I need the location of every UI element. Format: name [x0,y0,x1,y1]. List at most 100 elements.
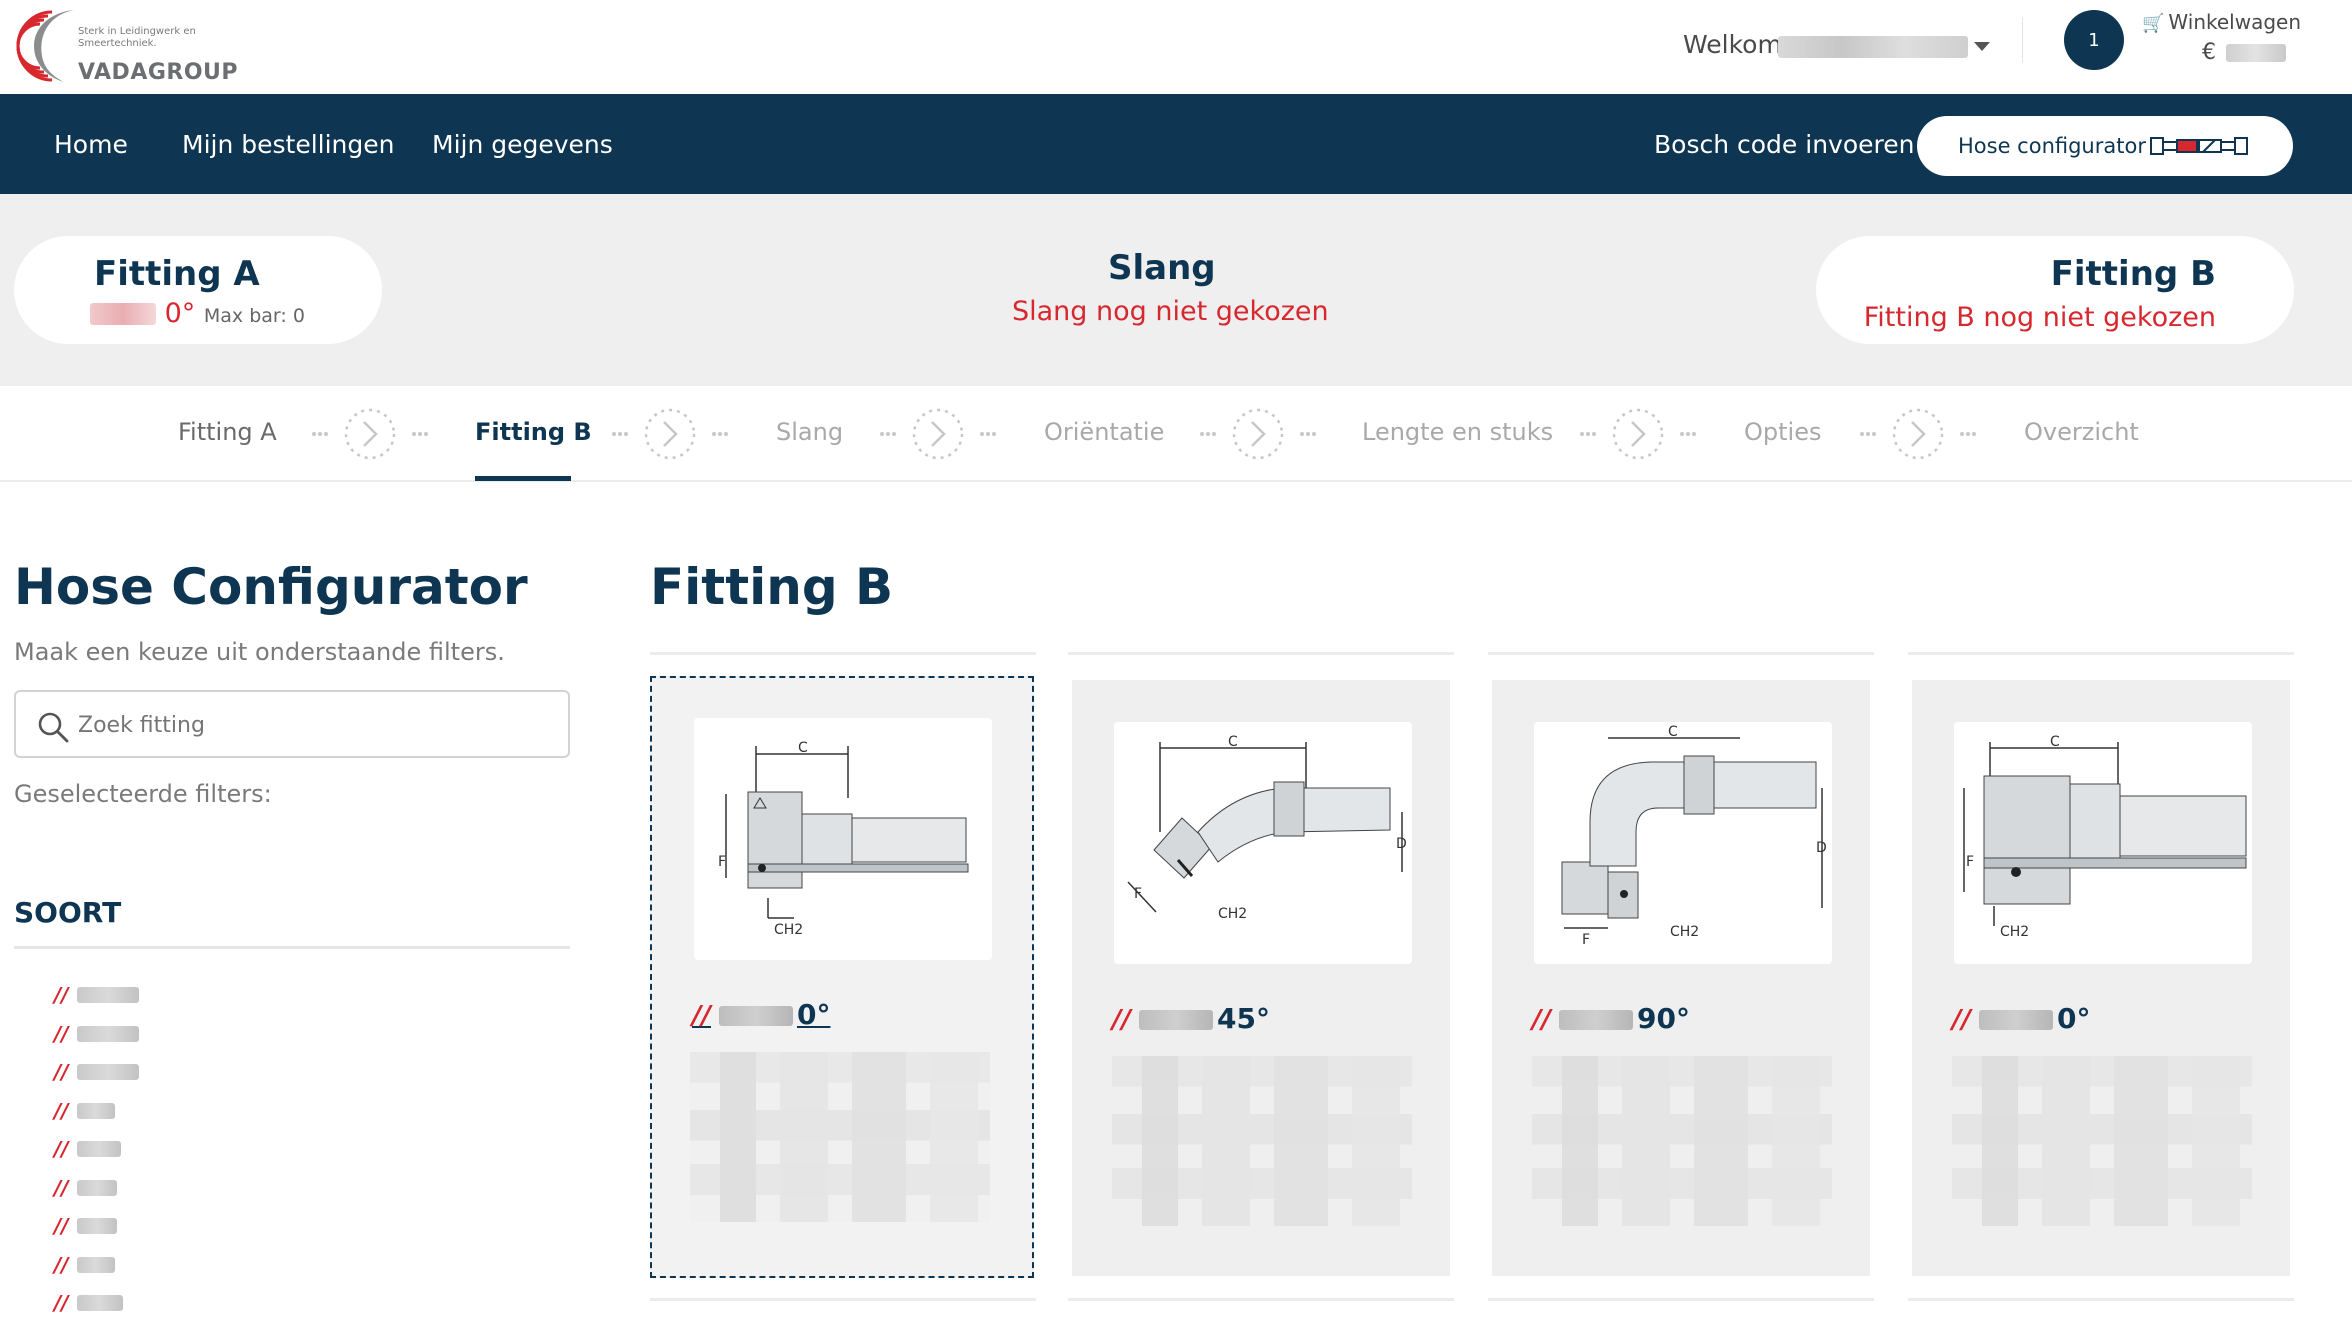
filter-label-redacted [76,1102,115,1119]
configuration-summary: Fitting A 0° Max bar: 0 Slang Slang nog … [0,194,2352,386]
fitting-card[interactable]: C D F CH2 //90° [1492,680,1870,1276]
step-fitting-a[interactable]: Fitting A [178,418,277,446]
vadagroup-logo[interactable]: Sterk in Leidingwerk en Smeertechniek. V… [12,6,238,90]
top-header: Sterk in Leidingwerk en Smeertechniek. V… [0,0,2352,94]
elbow-90-fitting-icon: C D F CH2 [1561,724,1827,948]
nav-mijn-bestellingen[interactable]: Mijn bestellingen [182,130,395,159]
elbow-45-fitting-icon: C D F CH2 [1127,734,1407,922]
soort-filter-item[interactable]: // [54,1053,139,1092]
cart-icon: 🛒 [2142,13,2165,34]
svg-text:CH2: CH2 [2000,924,2029,940]
filter-label-redacted [76,1179,117,1196]
fitting-card-title: //45° [1112,1002,1270,1035]
main-nav: Home Mijn bestellingen Mijn gegevens Bos… [0,94,2352,194]
fitting-drawing: C D F CH2 [1534,722,1832,964]
svg-text:D: D [1816,840,1827,856]
svg-text:D: D [1396,836,1407,852]
soort-filter-item[interactable]: // [54,1284,139,1323]
fitting-description-redacted [1532,1056,1832,1226]
filter-label-redacted [76,1025,139,1042]
fitting-description-redacted [690,1052,990,1222]
bosch-code-link[interactable]: Bosch code invoeren [1654,130,1914,159]
sidebar-title: Hose Configurator [14,558,528,616]
soort-filter-item[interactable]: // [54,1092,139,1131]
column-divider [650,652,1036,655]
cart-label: Winkelwagen [2168,10,2302,34]
filter-label-redacted [76,1064,139,1081]
summary-fitting-a-detail: 0° Max bar: 0 [90,298,305,329]
selected-filters-label: Geselecteerde filters: [14,780,272,808]
step-opties[interactable]: Opties [1744,418,1821,446]
configurator-steps: Fitting A Fitting B Slang Oriëntatie Len… [0,386,2352,482]
svg-text:CH2: CH2 [1670,924,1699,940]
fitting-drawing: C F CH2 [694,718,992,960]
fitting-description-redacted [1952,1056,2252,1226]
nav-home[interactable]: Home [54,130,128,159]
cart-amount-redacted [2226,44,2286,62]
column-divider [1488,652,1874,655]
fitting-drawing: C D F CH2 [1114,722,1412,964]
soort-filter-item[interactable]: // [54,1207,139,1246]
soort-filter-item[interactable]: // [54,1130,139,1169]
svg-text:F: F [1582,932,1590,948]
fitting-a-angle: 0° [164,298,196,329]
logo-name: VADAGROUP [78,60,239,85]
fitting-code-redacted [1139,1010,1213,1030]
step-slang[interactable]: Slang [776,418,843,446]
summary-fitting-a[interactable]: Fitting A 0° Max bar: 0 [14,236,382,344]
filter-label-redacted [76,987,139,1004]
search-box[interactable] [14,690,570,758]
column-divider [1068,652,1454,655]
fitting-a-code-redacted [90,303,156,325]
fitting-a-maxbar: Max bar: 0 [203,305,305,327]
fitting-description-redacted [1112,1056,1412,1226]
fitting-card[interactable]: C D F CH2 //45° [1072,680,1450,1276]
svg-text:C: C [1228,734,1238,750]
hose-configurator-label: Hose configurator [1958,134,2146,158]
fitting-code-redacted [1979,1010,2053,1030]
step-fitting-b[interactable]: Fitting B [475,418,592,446]
fitting-card-title: //0° [692,998,831,1031]
column-divider [1908,652,2294,655]
summary-fitting-b-title: Fitting B [2050,254,2216,294]
soort-filter-item[interactable]: // [54,976,139,1015]
filter-label-redacted [76,1141,121,1158]
search-icon [38,712,69,743]
cart-link[interactable]: 🛒 Winkelwagen [2142,10,2301,34]
main-title: Fitting B [650,558,894,616]
fitting-code-redacted [1559,1010,1633,1030]
fitting-drawing: C F CH2 [1954,722,2252,964]
step-chevron-icon [1860,408,1976,460]
filter-label-redacted [76,1218,117,1235]
fitting-card-title: //0° [1952,1002,2091,1035]
sidebar-subtitle: Maak een keuze uit onderstaande filters. [14,638,505,666]
step-orientatie[interactable]: Oriëntatie [1044,418,1164,446]
summary-slang-title: Slang [1108,248,1216,288]
username-redacted[interactable] [1778,36,1968,58]
header-divider [2022,18,2023,62]
nav-mijn-gegevens[interactable]: Mijn gegevens [432,130,613,159]
summary-fitting-b[interactable]: Fitting B Fitting B nog niet gekozen [1816,236,2294,344]
step-chevron-icon [880,408,996,460]
step-chevron-icon [1200,408,1316,460]
hose-configurator-button[interactable]: Hose configurator [1917,116,2293,176]
soort-filter-item[interactable]: // [54,1246,139,1285]
soort-filter-item[interactable]: // [54,1015,139,1054]
logo-tagline: Sterk in Leidingwerk en Smeertechniek. [78,26,196,49]
fitting-card[interactable]: C F CH2 //0° [1912,680,2290,1276]
step-overzicht[interactable]: Overzicht [2024,418,2139,446]
caret-down-icon[interactable] [1974,42,1990,51]
svg-text:C: C [2050,734,2060,750]
soort-filter-item[interactable]: // [54,1169,139,1208]
welcome-label[interactable]: Welkom [1683,30,1782,59]
fitting-card[interactable]: C F CH2 //0° [650,676,1034,1278]
straight-fitting-icon: C F CH2 [1963,734,2247,940]
search-fitting-input[interactable] [78,706,548,744]
cart-currency: € [2202,40,2216,65]
summary-fitting-a-title: Fitting A [94,254,260,294]
step-chevron-icon [612,408,728,460]
step-lengte-en-stuks[interactable]: Lengte en stuks [1362,418,1553,446]
cart-count-badge[interactable]: 1 [2064,10,2124,70]
row-divider [1488,1298,1874,1301]
svg-text:F: F [1134,886,1142,902]
